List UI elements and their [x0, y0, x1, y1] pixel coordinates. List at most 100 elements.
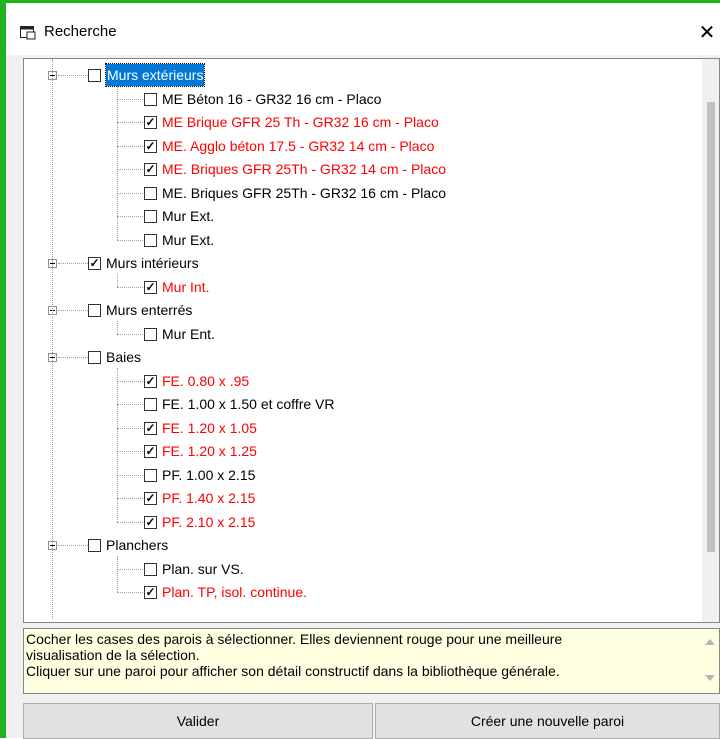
checked-checkbox[interactable]: ✓: [144, 374, 157, 388]
checked-checkbox[interactable]: ✓: [144, 280, 157, 294]
tree-item[interactable]: ✓ FE. 1.20 x 1.25: [24, 440, 694, 462]
checked-checkbox[interactable]: ✓: [144, 445, 157, 458]
unchecked-checkbox[interactable]: [144, 327, 157, 341]
tree-group[interactable]: Murs extérieurs: [24, 63, 694, 87]
unchecked-checkbox[interactable]: [88, 304, 101, 317]
tree-item[interactable]: FE. 1.00 x 1.50 et coffre VR: [24, 393, 694, 415]
unchecked-checkbox[interactable]: [144, 210, 157, 223]
checked-checkbox[interactable]: ✓: [88, 257, 101, 270]
tree-item-label: Baies: [106, 349, 142, 365]
scroll-down-arrow-icon[interactable]: [705, 675, 715, 681]
tree-connector: [117, 98, 143, 100]
unchecked-checkbox[interactable]: [88, 539, 101, 552]
tree-connector: [58, 263, 88, 264]
scroll-up-arrow-icon[interactable]: [705, 639, 715, 645]
search-dialog: Recherche ✕ Murs extérieurs ME Béton 16 -…: [6, 3, 720, 739]
tree-item-label: ME. Agglo béton 17.5 - GR32 14 cm - Plac…: [162, 137, 435, 154]
tree-item-label: Planchers: [106, 537, 169, 553]
tree-connector: [117, 145, 143, 147]
tree-item-label: FE. 1.20 x 1.25: [162, 443, 257, 459]
tree-connector: [117, 239, 143, 241]
tree-item[interactable]: ✓ PF. 1.40 x 2.15: [24, 487, 694, 509]
title-bar[interactable]: Recherche ✕: [6, 3, 720, 55]
tree-item[interactable]: Plan. sur VS.: [24, 558, 694, 580]
tree-item[interactable]: ✓ FE. 0.80 x .95: [24, 370, 694, 392]
unchecked-checkbox[interactable]: [88, 69, 101, 82]
tree-item-label: PF. 1.40 x 2.15: [162, 490, 256, 506]
validate-button[interactable]: Valider: [23, 703, 373, 739]
tree-item[interactable]: Mur Ext.: [24, 229, 694, 251]
help-line-3: Cliquer sur une paroi pour afficher son …: [26, 663, 560, 679]
checked-checkbox[interactable]: ✓: [144, 515, 157, 529]
checked-checkbox[interactable]: ✓: [144, 139, 157, 153]
tree-item[interactable]: ✓ FE. 1.20 x 1.05: [24, 417, 694, 439]
checked-checkbox[interactable]: ✓: [144, 586, 157, 599]
tree-connector: [117, 592, 143, 593]
wall-tree-view[interactable]: Murs extérieurs ME Béton 16 - GR32 16 cm …: [23, 58, 720, 623]
tree-connector: [58, 75, 88, 76]
tree-item[interactable]: Mur Ent.: [24, 323, 694, 345]
unchecked-checkbox[interactable]: [88, 351, 101, 364]
tree-connector: [117, 274, 118, 287]
checked-checkbox[interactable]: ✓: [144, 492, 157, 505]
create-wall-button[interactable]: Créer une nouvelle paroi: [375, 703, 720, 739]
tree-connector: [117, 216, 143, 217]
tree-group[interactable]: Baies: [24, 346, 694, 368]
close-button[interactable]: ✕: [694, 18, 720, 48]
tree-item-label: Plan. sur VS.: [162, 560, 244, 577]
tree-item[interactable]: ✓ ME. Agglo béton 17.5 - GR32 14 cm - Pla…: [24, 135, 694, 157]
tree-item-label: Plan. TP, isol. continue.: [162, 584, 308, 600]
tree-connector: [117, 86, 118, 240]
tree-connector: [52, 59, 53, 619]
tree-group[interactable]: Murs enterrés: [24, 299, 694, 321]
tree-connector: [117, 474, 143, 476]
tree-item[interactable]: ✓ Mur Int.: [24, 276, 694, 298]
window-title: Recherche: [44, 23, 117, 40]
tree-item[interactable]: ✓ ME Brique GFR 25 Th - GR32 16 cm - Plac…: [24, 111, 694, 133]
unchecked-checkbox[interactable]: [144, 92, 157, 106]
tree-item[interactable]: ME Béton 16 - GR32 16 cm - Placo: [24, 88, 694, 110]
tree-connector: [117, 333, 143, 335]
tree-connector: [117, 568, 143, 570]
help-line-1: Cocher les cases des parois à sélectionn…: [26, 631, 563, 647]
help-line-2: visualisation de la sélection.: [26, 647, 200, 663]
tree-item-label: Mur Ent.: [162, 325, 215, 342]
tree-group[interactable]: Planchers: [24, 534, 694, 556]
checked-checkbox[interactable]: ✓: [144, 421, 157, 435]
tree-connector: [117, 451, 143, 452]
tree-connector: [117, 380, 143, 382]
tree-connector: [58, 310, 88, 311]
tree-item-label: PF. 1.00 x 2.15: [162, 466, 256, 483]
unchecked-checkbox[interactable]: [144, 233, 157, 247]
tree-item[interactable]: ME. Briques GFR 25Th - GR32 16 cm - Plac…: [24, 182, 694, 204]
tree-group[interactable]: ✓ Murs intérieurs: [24, 252, 694, 274]
tree-item[interactable]: ✓ PF. 2.10 x 2.15: [24, 511, 694, 533]
tree-connector: [117, 368, 118, 522]
tree-vertical-scrollbar[interactable]: [702, 59, 719, 622]
tree-item[interactable]: Mur Ext.: [24, 205, 694, 227]
tree-item-label: Murs enterrés: [106, 302, 193, 318]
unchecked-checkbox[interactable]: [144, 398, 157, 411]
help-scrollbar[interactable]: [701, 629, 719, 693]
unchecked-checkbox[interactable]: [144, 186, 157, 200]
tree-item-label: Murs intérieurs: [106, 255, 199, 271]
tree-item[interactable]: ✓ ME. Briques GFR 25Th - GR32 14 cm - Pla…: [24, 158, 694, 180]
tree-item-label: Murs extérieurs: [104, 63, 206, 87]
tree-connector: [117, 192, 143, 194]
tree-connector: [117, 169, 143, 170]
tree-connector: [117, 427, 143, 429]
tree-connector: [117, 521, 143, 523]
tree-item-label: ME Béton 16 - GR32 16 cm - Placo: [162, 90, 382, 107]
scrollbar-thumb[interactable]: [707, 102, 715, 552]
tree-item[interactable]: PF. 1.00 x 2.15: [24, 464, 694, 486]
tree-item[interactable]: ✓ Plan. TP, isol. continue.: [24, 581, 694, 603]
tree-item-label: ME. Briques GFR 25Th - GR32 16 cm - Plac…: [162, 184, 446, 201]
checked-checkbox[interactable]: ✓: [144, 116, 157, 129]
tree-connector: [117, 286, 143, 288]
tree-connector: [117, 498, 143, 499]
tree-connector: [58, 357, 88, 358]
tree-item-label: ME Brique GFR 25 Th - GR32 16 cm - Placo: [162, 114, 439, 130]
unchecked-checkbox[interactable]: [144, 562, 157, 576]
unchecked-checkbox[interactable]: [144, 468, 157, 482]
checked-checkbox[interactable]: ✓: [144, 163, 157, 176]
